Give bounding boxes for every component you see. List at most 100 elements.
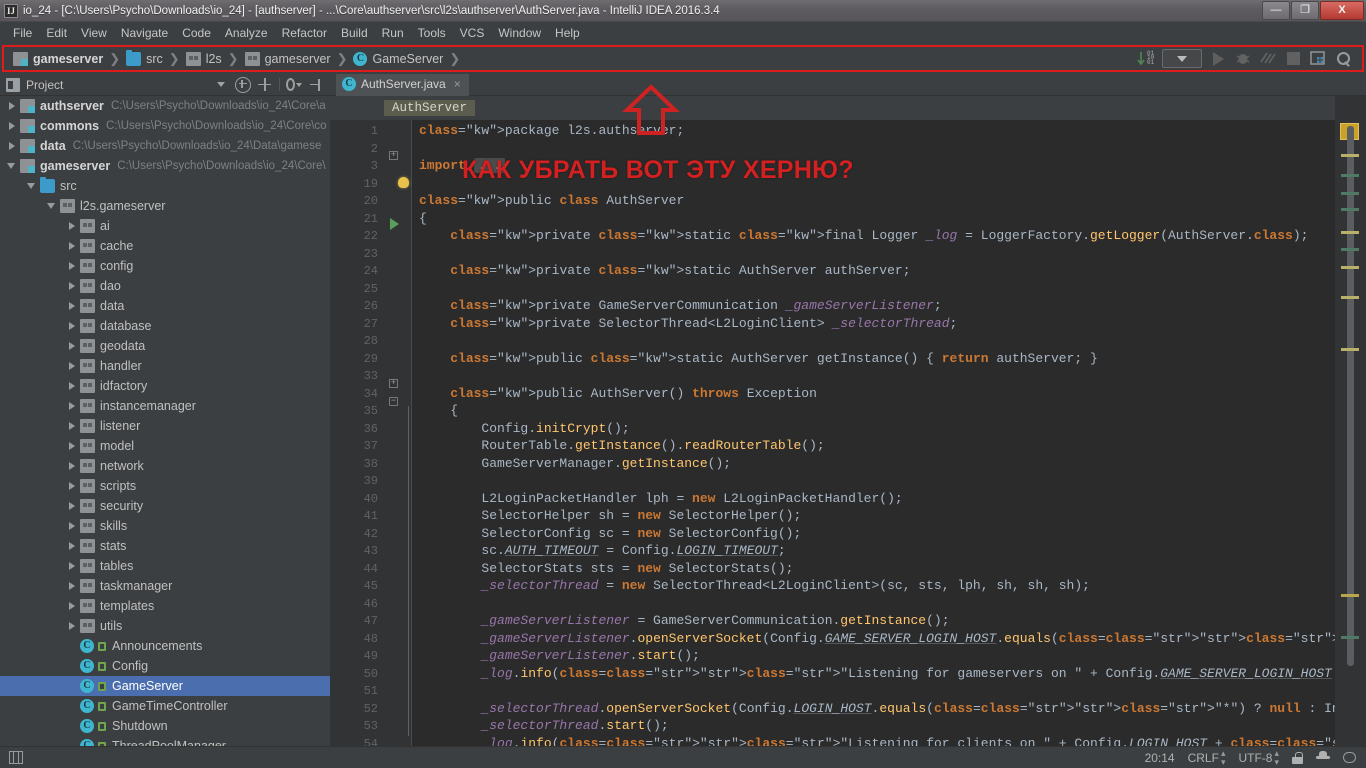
tree-node[interactable]: handler xyxy=(0,356,330,376)
tree-toggle-right-icon[interactable] xyxy=(6,100,18,112)
tree-node[interactable]: C ThreadPoolManager xyxy=(0,736,330,746)
tree-toggle-right-icon[interactable] xyxy=(66,220,78,232)
editor-marker-bar[interactable] xyxy=(1335,96,1366,746)
tree-node[interactable]: skills xyxy=(0,516,330,536)
toolwindow-dropdown-icon[interactable] xyxy=(213,77,229,93)
tree-node[interactable]: data C:\Users\Psycho\Downloads\io_24\Data… xyxy=(0,136,330,156)
line-separator-selector[interactable]: CRLF ▴ ▾ xyxy=(1188,748,1226,767)
tree-toggle-right-icon[interactable] xyxy=(66,280,78,292)
tree-node[interactable]: ai xyxy=(0,216,330,236)
tree-toggle-right-icon[interactable] xyxy=(66,540,78,552)
tree-node[interactable]: network xyxy=(0,456,330,476)
tree-node[interactable]: model xyxy=(0,436,330,456)
tree-toggle-right-icon[interactable] xyxy=(66,380,78,392)
menu-item-tools[interactable]: Tools xyxy=(411,24,453,42)
project-structure-icon[interactable] xyxy=(1309,50,1327,68)
tree-toggle-right-icon[interactable] xyxy=(66,600,78,612)
tree-toggle-right-icon[interactable] xyxy=(66,440,78,452)
breadcrumb-item-l2s[interactable]: l2s xyxy=(183,50,225,68)
tree-node[interactable]: idfactory xyxy=(0,376,330,396)
collapse-all-icon[interactable] xyxy=(257,77,273,93)
editor-breadcrumb-chip[interactable]: AuthServer xyxy=(384,100,476,116)
tree-node[interactable]: security xyxy=(0,496,330,516)
editor-scrollbar-thumb[interactable] xyxy=(1347,126,1354,666)
run-icon[interactable] xyxy=(1209,50,1227,68)
tree-node[interactable]: geodata xyxy=(0,336,330,356)
tree-node[interactable]: scripts xyxy=(0,476,330,496)
tree-toggle-right-icon[interactable] xyxy=(66,500,78,512)
menu-item-analyze[interactable]: Analyze xyxy=(218,24,275,42)
breadcrumb-item-gameserver[interactable]: gameserver xyxy=(242,50,334,68)
menu-item-run[interactable]: Run xyxy=(375,24,411,42)
breadcrumb-item-gameserver[interactable]: gameserver xyxy=(10,50,106,68)
tree-toggle-down-icon[interactable] xyxy=(46,200,58,212)
menu-item-edit[interactable]: Edit xyxy=(39,24,74,42)
tab-authserver-java[interactable]: C AuthServer.java × xyxy=(336,74,469,96)
menu-item-build[interactable]: Build xyxy=(334,24,375,42)
tree-node[interactable]: dao xyxy=(0,276,330,296)
menu-item-file[interactable]: File xyxy=(6,24,39,42)
search-everywhere-icon[interactable] xyxy=(1334,50,1352,68)
menu-item-help[interactable]: Help xyxy=(548,24,587,42)
tree-toggle-down-icon[interactable] xyxy=(6,160,18,172)
tree-toggle-right-icon[interactable] xyxy=(66,520,78,532)
tree-toggle-right-icon[interactable] xyxy=(66,460,78,472)
fold-expand-icon-getinstance[interactable]: + xyxy=(389,379,398,388)
tree-node[interactable]: C Shutdown xyxy=(0,716,330,736)
breadcrumb-item-src[interactable]: src xyxy=(123,49,166,68)
tree-node[interactable]: stats xyxy=(0,536,330,556)
intention-bulb-icon[interactable] xyxy=(398,177,409,188)
notifications-icon[interactable] xyxy=(1343,752,1356,763)
inspection-hector-icon[interactable] xyxy=(1316,751,1330,764)
expand-all-icon[interactable] xyxy=(235,76,251,93)
tree-toggle-right-icon[interactable] xyxy=(6,120,18,132)
tree-node-selected[interactable]: C GameServer xyxy=(0,676,330,696)
tree-toggle-right-icon[interactable] xyxy=(6,140,18,152)
tree-node[interactable]: C Announcements xyxy=(0,636,330,656)
close-icon[interactable]: × xyxy=(454,77,461,91)
tree-toggle-right-icon[interactable] xyxy=(66,480,78,492)
fold-collapse-icon-constructor[interactable]: − xyxy=(389,397,398,406)
tree-toggle-right-icon[interactable] xyxy=(66,360,78,372)
stop-icon[interactable] xyxy=(1284,50,1302,68)
tree-node[interactable]: src xyxy=(0,176,330,196)
encoding-selector[interactable]: UTF-8 ▴ ▾ xyxy=(1238,748,1279,767)
breadcrumb-item-gameserver[interactable]: C GameServer xyxy=(350,50,446,68)
fold-expand-icon-import[interactable]: + xyxy=(389,151,398,160)
tree-node[interactable]: tables xyxy=(0,556,330,576)
caret-position[interactable]: 20:14 xyxy=(1145,751,1175,765)
code-editor[interactable]: AuthServer 1 2 3 19 20 21 22 23 24 25 26 27 28 29 33 34… xyxy=(330,96,1366,746)
tree-node[interactable]: instancemanager xyxy=(0,396,330,416)
read-only-lock-icon[interactable] xyxy=(1292,751,1303,764)
tree-node[interactable]: C GameTimeController xyxy=(0,696,330,716)
tree-toggle-right-icon[interactable] xyxy=(66,620,78,632)
tree-toggle-right-icon[interactable] xyxy=(66,420,78,432)
tree-node[interactable]: config xyxy=(0,256,330,276)
tree-node[interactable]: listener xyxy=(0,416,330,436)
tree-node[interactable]: data xyxy=(0,296,330,316)
tree-toggle-right-icon[interactable] xyxy=(66,300,78,312)
tree-node[interactable]: taskmanager xyxy=(0,576,330,596)
run-gutter-icon[interactable] xyxy=(390,218,399,230)
minimize-button[interactable]: — xyxy=(1262,1,1290,20)
tree-node[interactable]: commons C:\Users\Psycho\Downloads\io_24\C… xyxy=(0,116,330,136)
tree-toggle-right-icon[interactable] xyxy=(66,240,78,252)
tree-toggle-right-icon[interactable] xyxy=(66,580,78,592)
tree-node[interactable]: cache xyxy=(0,236,330,256)
tree-node[interactable]: templates xyxy=(0,596,330,616)
tree-toggle-right-icon[interactable] xyxy=(66,560,78,572)
project-tree[interactable]: authserver C:\Users\Psycho\Downloads\io_2… xyxy=(0,96,330,746)
code-content[interactable]: class="kw">package l2s.authserver; import… xyxy=(413,120,1366,746)
menu-item-window[interactable]: Window xyxy=(491,24,548,42)
menu-item-vcs[interactable]: VCS xyxy=(453,24,492,42)
coverage-icon[interactable] xyxy=(1259,50,1277,68)
tree-node[interactable]: database xyxy=(0,316,330,336)
close-button[interactable]: X xyxy=(1320,1,1364,20)
tree-toggle-down-icon[interactable] xyxy=(26,180,38,192)
tree-toggle-right-icon[interactable] xyxy=(66,400,78,412)
tree-toggle-right-icon[interactable] xyxy=(66,260,78,272)
menu-item-view[interactable]: View xyxy=(74,24,114,42)
menu-item-refactor[interactable]: Refactor xyxy=(275,24,334,42)
tree-toggle-right-icon[interactable] xyxy=(66,340,78,352)
tree-toggle-right-icon[interactable] xyxy=(66,320,78,332)
